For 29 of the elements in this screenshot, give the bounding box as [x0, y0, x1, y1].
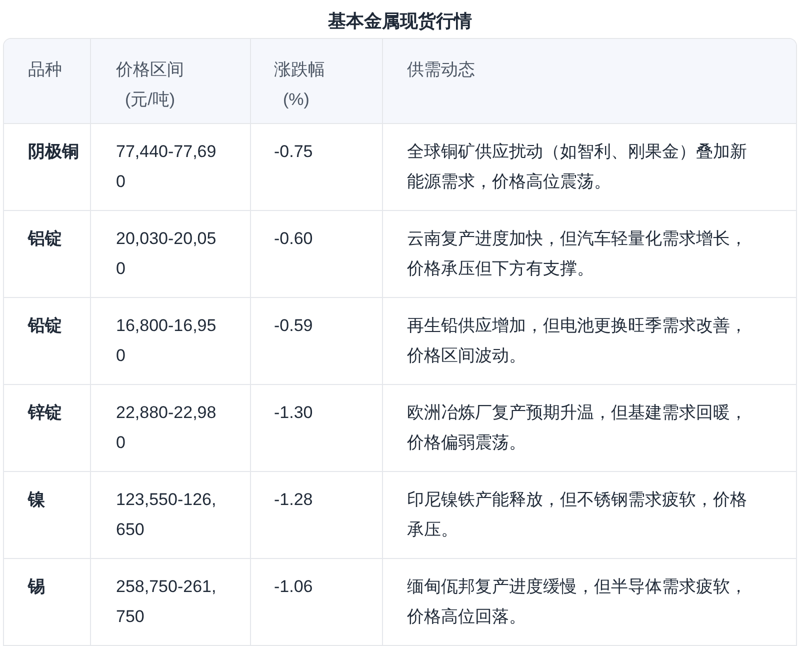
table-cell-text: 锌锭 [28, 402, 63, 424]
table-cell-text: 镍 [28, 489, 46, 511]
column-header: 涨跌幅 (%) [274, 59, 325, 111]
table-cell-text: 123,550-126,650 [116, 489, 218, 541]
column-header: 品种 [28, 59, 62, 81]
table-cell-text: -1.30 [274, 402, 314, 424]
table-cell-text: 锡 [28, 576, 46, 598]
table-cell-text: -1.28 [274, 489, 314, 511]
table-cell-text: -0.59 [274, 315, 314, 337]
column-header: 价格区间 (元/吨) [116, 59, 184, 111]
table-cell-text: 20,030-20,050 [116, 228, 218, 280]
column-header: 供需动态 [407, 59, 475, 81]
table-cell-text: 再生铅供应增加，但电池更换旺季需求改善，价格区间波动。 [407, 315, 748, 367]
table-cell-text: -0.75 [274, 141, 314, 163]
table-cell-text: -1.06 [274, 576, 314, 598]
table-cell-text: 阴极铜 [28, 141, 80, 163]
table-cell-text: 缅甸佤邦复产进度缓慢，但半导体需求疲软，价格高位回落。 [407, 576, 748, 628]
table-cell-text: 全球铜矿供应扰动（如智利、刚果金）叠加新能源需求，价格高位震荡。 [407, 141, 748, 193]
table-cell-text: 云南复产进度加快，但汽车轻量化需求增长，价格承压但下方有支撑。 [407, 228, 748, 280]
table-title: 基本金属现货行情 [328, 10, 472, 33]
table-cell-text: 22,880-22,980 [116, 402, 218, 454]
table-cell-text: 铝锭 [28, 228, 63, 250]
table-cell-text: 欧洲冶炼厂复产预期升温，但基建需求回暖，价格偏弱震荡。 [407, 402, 748, 454]
table-cell-text: 77,440-77,690 [116, 141, 218, 193]
table-cell-text: 铅锭 [28, 315, 63, 337]
table-cell-text: 16,800-16,950 [116, 315, 218, 367]
table-cell-text: 258,750-261,750 [116, 576, 218, 628]
table-cell-text: 印尼镍铁产能释放，但不锈钢需求疲软，价格承压。 [407, 489, 748, 541]
table-cell-text: -0.60 [274, 228, 314, 250]
